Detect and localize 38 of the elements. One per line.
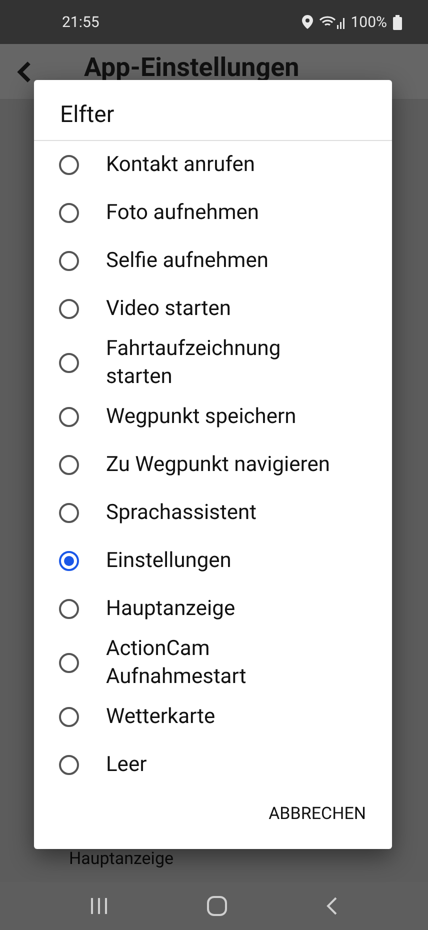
cancel-button[interactable]: ABBRECHEN	[266, 798, 368, 831]
option-label: Selfie aufnehmen	[106, 248, 270, 275]
radio-option[interactable]: Fahrtaufzeichnung starten	[34, 333, 392, 393]
radio-option[interactable]: Wetterkarte	[34, 693, 392, 741]
home-icon[interactable]	[206, 896, 227, 916]
radio-option[interactable]: ActionCam Aufnahmestart	[34, 633, 392, 693]
battery-icon	[393, 14, 402, 30]
option-label: ActionCam Aufnahmestart	[106, 636, 248, 691]
radio-option[interactable]: Zu Wegpunkt navigieren	[34, 441, 392, 489]
recent-apps-icon[interactable]	[90, 898, 108, 914]
header-title: App-Einstellungen	[84, 54, 300, 82]
option-label: Zu Wegpunkt navigieren	[106, 452, 331, 479]
location-icon	[302, 15, 313, 29]
option-label: Einstellungen	[106, 548, 232, 575]
radio-option[interactable]: Leer	[34, 741, 392, 789]
radio-option[interactable]: Sprachassistent	[34, 489, 392, 537]
option-label: Leer	[106, 752, 148, 779]
option-label: Sprachassistent	[106, 500, 258, 527]
radio-option[interactable]: Einstellungen	[34, 537, 392, 585]
option-label: Fahrtaufzeichnung starten	[106, 336, 282, 391]
status-time: 21:55	[62, 12, 100, 33]
radio-option[interactable]: Foto aufnehmen	[34, 189, 392, 237]
back-icon[interactable]	[16, 60, 32, 82]
radio-option[interactable]: Hauptanzeige	[34, 585, 392, 633]
option-label: Video starten	[106, 296, 232, 323]
option-label: Foto aufnehmen	[106, 200, 260, 227]
option-label: Wegpunkt speichern	[106, 404, 298, 431]
radio-option[interactable]: Selfie aufnehmen	[34, 237, 392, 285]
wifi-signal-icon	[318, 15, 345, 29]
option-label: Hauptanzeige	[106, 596, 236, 623]
radio-option[interactable]: Wegpunkt speichern	[34, 393, 392, 441]
dialog-title: Elfter	[60, 100, 114, 130]
option-label: Wetterkarte	[106, 704, 216, 731]
option-label: Kontakt anrufen	[106, 152, 256, 179]
setting-value: Hauptanzeige	[69, 848, 174, 870]
radio-option[interactable]: Video starten	[34, 285, 392, 333]
radio-option[interactable]: Kontakt anrufen	[34, 141, 392, 189]
battery-percent: 100%	[350, 12, 387, 33]
